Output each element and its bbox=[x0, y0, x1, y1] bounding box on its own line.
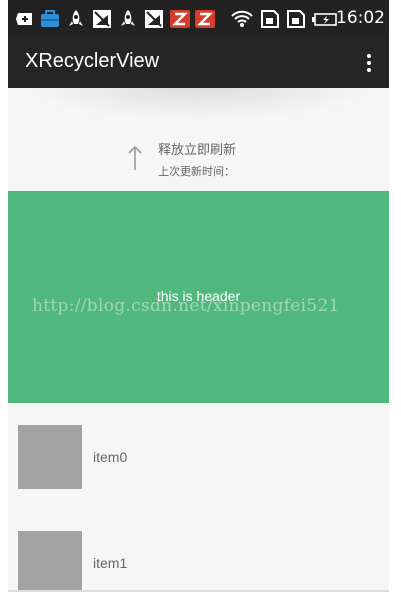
overflow-menu-icon[interactable] bbox=[361, 52, 377, 74]
arrow-up-icon bbox=[128, 145, 142, 170]
pull-refresh-header: 释放立即刷新 上次更新时间： bbox=[8, 92, 389, 192]
wifi-icon bbox=[231, 10, 253, 27]
watermark: http://blog.csdn.net/xinpengfei521 bbox=[32, 296, 340, 316]
rocket-icon bbox=[121, 10, 135, 26]
sim-icon bbox=[261, 10, 279, 28]
item-label: item0 bbox=[93, 449, 128, 465]
toolbox-icon bbox=[41, 10, 59, 27]
item-thumbnail bbox=[18, 425, 82, 489]
z-app-icon bbox=[170, 10, 190, 28]
page-title: XRecyclerView bbox=[25, 50, 160, 72]
battery-icon bbox=[312, 13, 337, 26]
refresh-status-text: 释放立即刷新 bbox=[158, 143, 237, 158]
app-toolbar: XRecyclerView bbox=[8, 38, 389, 88]
last-update-label: 上次更新时间： bbox=[158, 165, 235, 178]
status-bar: 16:02 bbox=[8, 0, 389, 38]
clock: 16:02 bbox=[336, 8, 385, 28]
list-item[interactable]: item0 bbox=[8, 404, 389, 510]
list-item[interactable]: item1 bbox=[8, 510, 389, 592]
no-signal-icon bbox=[93, 10, 111, 28]
no-signal-icon bbox=[145, 10, 163, 28]
notification-plus-icon bbox=[16, 13, 32, 25]
rocket-icon bbox=[69, 10, 83, 26]
sim-icon bbox=[287, 10, 305, 28]
item-label: item1 bbox=[93, 555, 128, 571]
item-thumbnail bbox=[18, 531, 82, 592]
z-app-icon bbox=[195, 10, 215, 28]
